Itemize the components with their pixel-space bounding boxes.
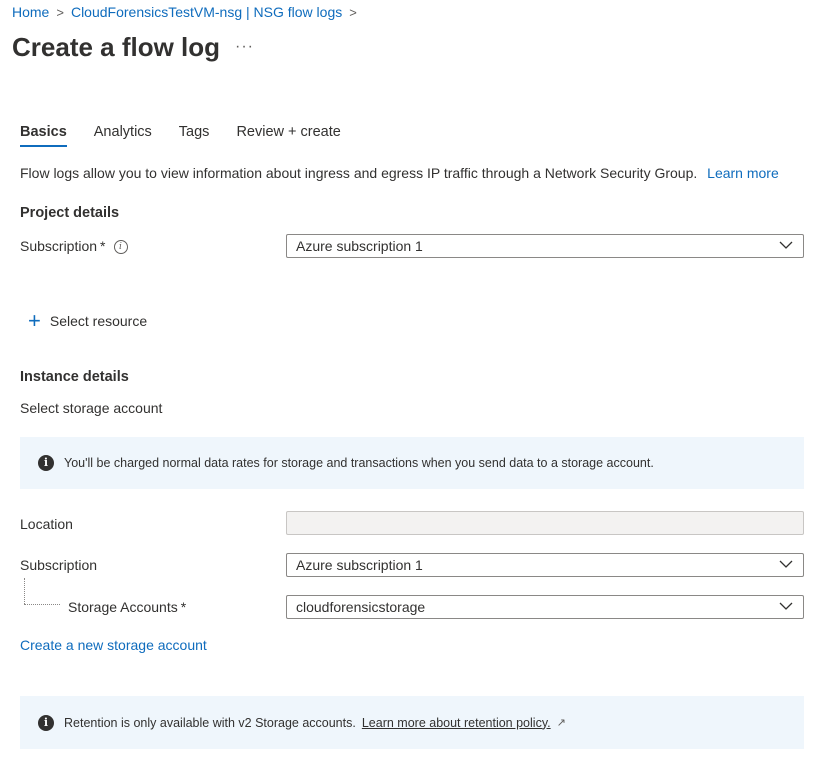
breadcrumb-home-link[interactable]: Home	[12, 4, 49, 20]
subscription-label: Subscription * i	[20, 238, 128, 255]
project-subscription-dropdown[interactable]: Azure subscription 1	[286, 234, 804, 258]
breadcrumb-separator: >	[349, 4, 357, 20]
required-marker: *	[100, 238, 106, 254]
chevron-down-icon	[779, 241, 793, 249]
create-flow-log-page: Home > CloudForensicsTestVM-nsg | NSG fl…	[0, 0, 817, 766]
learn-more-link[interactable]: Learn more	[707, 165, 779, 181]
create-new-storage-account-link[interactable]: Create a new storage account	[20, 637, 207, 653]
external-link-icon: ↗	[556, 717, 566, 729]
retention-info-banner: i Retention is only available with v2 St…	[20, 696, 804, 749]
description-text: Flow logs allow you to view information …	[20, 165, 698, 181]
required-marker: *	[180, 599, 187, 615]
more-actions-icon[interactable]: ···	[235, 38, 254, 56]
tab-bar: Basics Analytics Tags Review + create	[20, 124, 368, 147]
subscription-label-text: Subscription	[20, 238, 98, 254]
retention-info-text: Retention is only available with v2 Stor…	[64, 715, 356, 730]
storage-accounts-dropdown[interactable]: cloudforensicstorage	[286, 595, 804, 619]
storage-subscription-label: Subscription	[20, 557, 98, 573]
instance-details-heading: Instance details	[20, 369, 129, 385]
select-resource-label: Select resource	[49, 313, 148, 329]
info-icon[interactable]: i	[113, 240, 128, 255]
retention-policy-link[interactable]: Learn more about retention policy.	[362, 716, 551, 730]
tree-connector-horizontal	[24, 604, 60, 605]
storage-accounts-value: cloudforensicstorage	[296, 599, 426, 615]
chevron-down-icon	[779, 560, 793, 568]
location-field	[286, 511, 804, 535]
breadcrumb-nsg-flow-logs-link[interactable]: CloudForensicsTestVM-nsg | NSG flow logs	[71, 4, 342, 20]
project-subscription-value: Azure subscription 1	[296, 238, 423, 254]
storage-subscription-value: Azure subscription 1	[296, 557, 423, 573]
info-icon: i	[38, 714, 54, 731]
storage-subscription-dropdown[interactable]: Azure subscription 1	[286, 553, 804, 577]
storage-accounts-label-text: Storage Accounts	[68, 599, 178, 615]
project-details-heading: Project details	[20, 205, 120, 221]
tab-basics[interactable]: Basics	[20, 124, 67, 147]
storage-accounts-label: Storage Accounts *	[68, 599, 186, 615]
chevron-down-icon	[779, 602, 793, 610]
select-storage-account-label: Select storage account	[20, 400, 163, 416]
select-resource-button[interactable]: + Select resource	[28, 310, 147, 332]
info-icon: i	[38, 455, 54, 471]
location-label: Location	[20, 516, 73, 532]
plus-icon: +	[28, 308, 41, 333]
charges-info-banner: i You'll be charged normal data rates fo…	[20, 437, 804, 489]
charges-info-text: You'll be charged normal data rates for …	[64, 456, 654, 470]
tab-review-create[interactable]: Review + create	[236, 124, 340, 147]
breadcrumb-separator: >	[56, 4, 64, 20]
tab-analytics[interactable]: Analytics	[94, 124, 152, 147]
page-title: Create a flow log	[12, 32, 221, 62]
breadcrumb: Home > CloudForensicsTestVM-nsg | NSG fl…	[12, 4, 364, 20]
tab-tags[interactable]: Tags	[179, 124, 210, 147]
tree-connector-vertical	[24, 578, 25, 604]
description: Flow logs allow you to view information …	[20, 165, 779, 181]
